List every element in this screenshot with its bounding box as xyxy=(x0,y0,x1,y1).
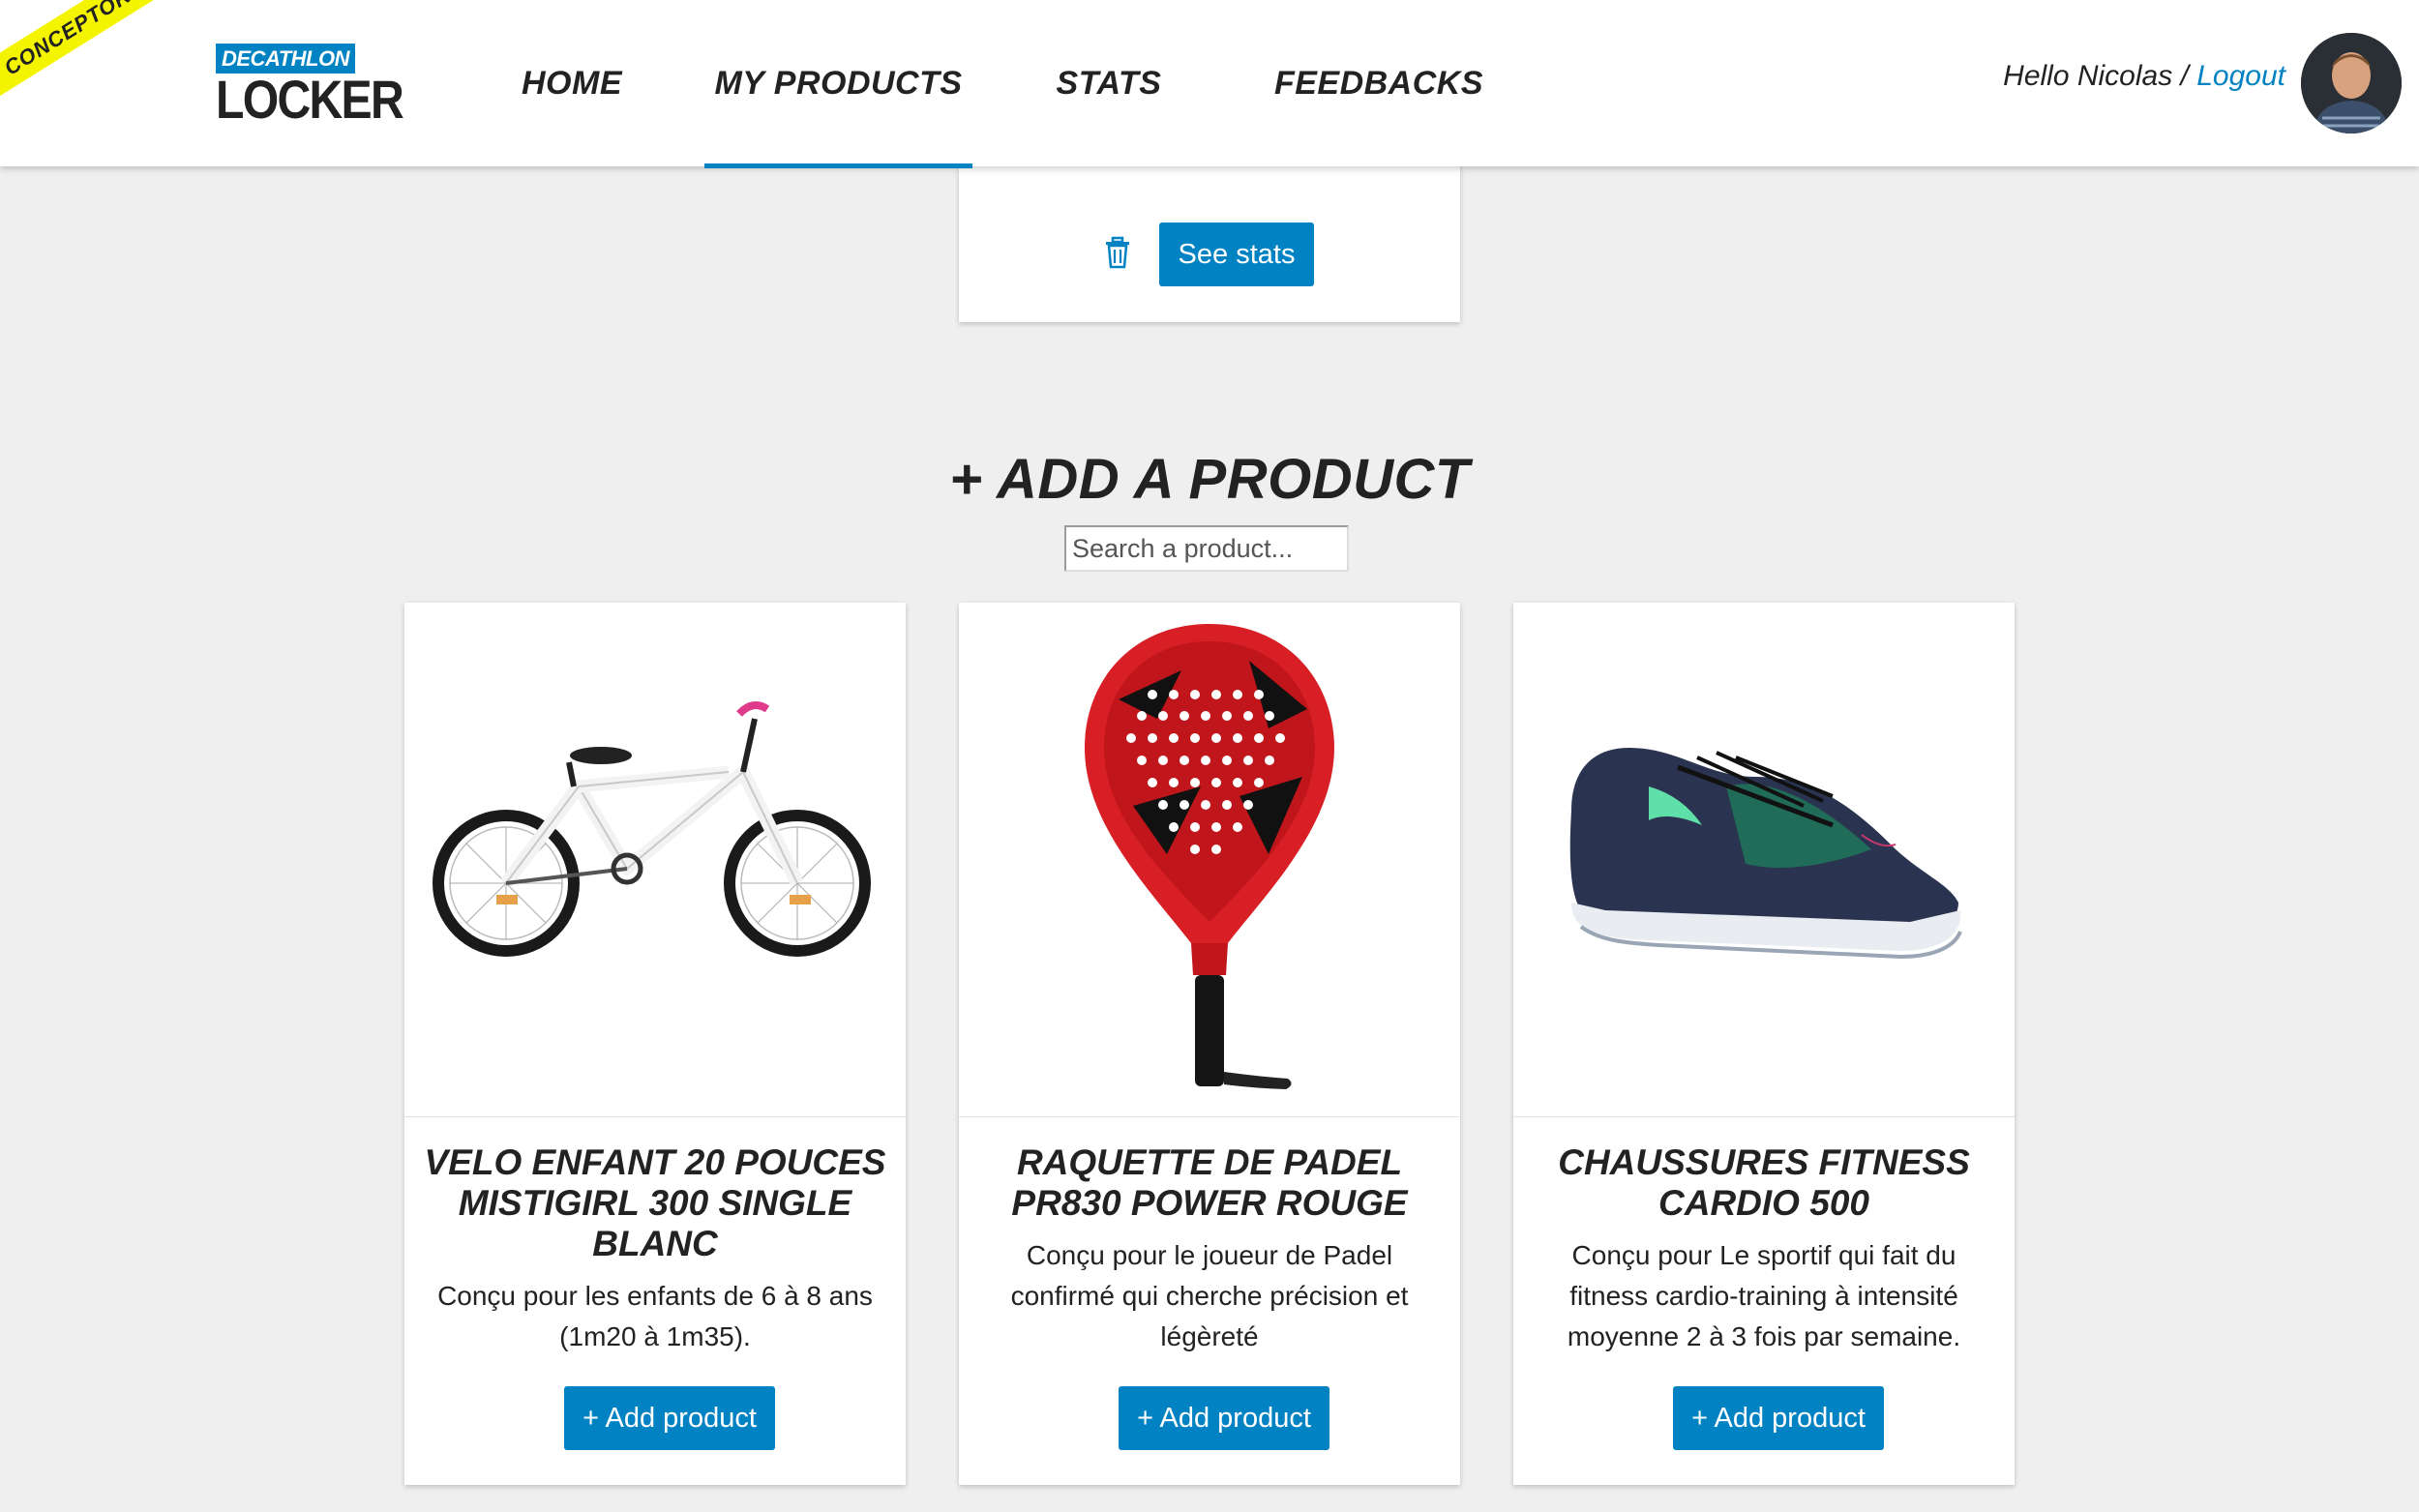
card-divider xyxy=(1513,1116,2015,1117)
logo-name: LOCKER xyxy=(216,69,404,130)
product-title: VELO ENFANT 20 POUCES MISTIGIRL 300 SING… xyxy=(424,1142,886,1263)
nav-stats[interactable]: STATS xyxy=(1043,0,1175,166)
product-title: CHAUSSURES FITNESS CARDIO 500 xyxy=(1558,1142,1970,1223)
nav-feedbacks[interactable]: FEEDBACKS xyxy=(1263,0,1495,166)
product-image xyxy=(1513,603,2015,1116)
nav-home[interactable]: HOME xyxy=(503,0,641,166)
padel-racket-icon xyxy=(1085,624,1334,1089)
product-card: RAQUETTE DE PADEL PR830 POWER ROUGE Conç… xyxy=(959,603,1460,1485)
product-description: Conçu pour Le sportif qui fait du fitnes… xyxy=(1567,1240,1961,1351)
product-image xyxy=(959,603,1460,1116)
product-card: CHAUSSURES FITNESS CARDIO 500 Conçu pour… xyxy=(1513,603,2015,1485)
add-product-button[interactable]: + Add product xyxy=(1673,1386,1884,1450)
logout-link[interactable]: Logout xyxy=(2196,60,2285,92)
nav-my-products[interactable]: MY PRODUCTS xyxy=(704,0,972,168)
add-product-heading: + ADD A PRODUCT xyxy=(949,448,1470,511)
decathlon-locker-logo[interactable]: DECATHLON LOCKER xyxy=(216,44,404,131)
avatar-photo-icon xyxy=(2301,33,2402,133)
user-avatar[interactable] xyxy=(2301,33,2402,133)
card-divider xyxy=(959,1116,1460,1117)
card-divider xyxy=(404,1116,906,1117)
product-card: VELO ENFANT 20 POUCES MISTIGIRL 300 SING… xyxy=(404,603,906,1485)
see-stats-button[interactable]: See stats xyxy=(1159,222,1314,286)
add-product-button[interactable]: + Add product xyxy=(564,1386,775,1450)
product-description: Conçu pour le joueur de Padel confirmé q… xyxy=(1010,1240,1409,1351)
fitness-shoe-icon xyxy=(1569,748,1962,960)
product-description: Conçu pour les enfants de 6 à 8 ans (1m2… xyxy=(437,1281,873,1351)
trash-icon[interactable] xyxy=(1103,236,1132,269)
user-greeting: Hello Nicolas / Logout xyxy=(2003,60,2285,93)
product-image xyxy=(404,603,906,1116)
add-product-button[interactable]: + Add product xyxy=(1119,1386,1329,1450)
greeting-text: Hello Nicolas / xyxy=(2003,60,2189,92)
product-title: RAQUETTE DE PADEL PR830 POWER ROUGE xyxy=(1011,1142,1408,1223)
kids-bike-icon xyxy=(433,701,871,957)
product-search-input[interactable] xyxy=(1064,525,1349,572)
top-header: DECATHLON LOCKER HOME MY PRODUCTS STATS … xyxy=(0,0,2419,168)
